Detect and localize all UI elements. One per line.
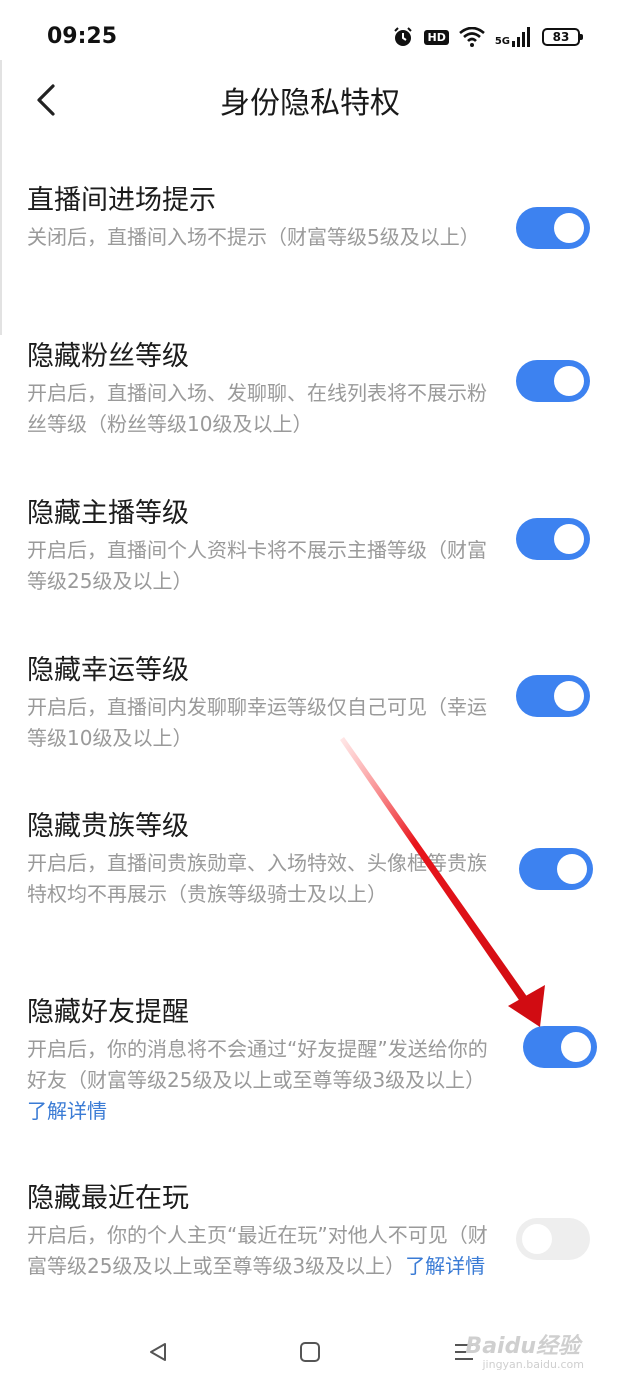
square-home-icon	[300, 1342, 320, 1362]
learn-more-link[interactable]: 了解详情	[27, 1099, 107, 1123]
setting-description: 开启后，直播间贵族勋章、入场特效、头像框等贵族特权均不再展示（贵族等级骑士及以上…	[27, 848, 489, 910]
toggle-knob	[557, 854, 587, 884]
toggle-knob	[554, 213, 584, 243]
toggle-hide-luck-level[interactable]	[516, 675, 590, 717]
setting-description-text: 开启后，直播间个人资料卡将不展示主播等级（财富等级25级及以上）	[27, 538, 487, 593]
toggle-hide-anchor-level[interactable]	[516, 518, 590, 560]
setting-description: 开启后，你的消息将不会通过“好友提醒”发送给你的好友（财富等级25级及以上或至尊…	[27, 1034, 489, 1127]
toggle-knob	[554, 681, 584, 711]
nav-home-button[interactable]	[292, 1334, 328, 1370]
setting-description-text: 开启后，你的消息将不会通过“好友提醒”发送给你的好友（财富等级25级及以上或至尊…	[27, 1037, 488, 1092]
setting-title: 直播间进场提示	[27, 185, 216, 216]
setting-title: 隐藏粉丝等级	[27, 341, 189, 372]
setting-title: 隐藏最近在玩	[27, 1183, 189, 1214]
setting-description-text: 开启后，直播间内发聊聊幸运等级仅自己可见（幸运等级10级及以上）	[27, 695, 487, 750]
setting-description-text: 开启后，直播间贵族勋章、入场特效、头像框等贵族特权均不再展示（贵族等级骑士及以上…	[27, 851, 487, 906]
setting-description: 开启后，直播间个人资料卡将不展示主播等级（财富等级25级及以上）	[27, 535, 489, 597]
nav-back-button[interactable]	[140, 1334, 176, 1370]
header: 身份隐私特权	[0, 70, 620, 130]
toggle-knob	[554, 524, 584, 554]
setting-title: 隐藏幸运等级	[27, 655, 189, 686]
setting-description: 开启后，直播间入场、发聊聊、在线列表将不展示粉丝等级（粉丝等级10级及以上）	[27, 378, 489, 440]
signal-group: 5G	[495, 27, 532, 47]
setting-description-text: 开启后，直播间入场、发聊聊、在线列表将不展示粉丝等级（粉丝等级10级及以上）	[27, 381, 487, 436]
toggle-hide-fan-level[interactable]	[516, 360, 590, 402]
toggle-knob	[522, 1224, 552, 1254]
setting-title: 隐藏好友提醒	[27, 997, 189, 1028]
toggle-entry-notice[interactable]	[516, 207, 590, 249]
page-title: 身份隐私特权	[220, 86, 400, 121]
setting-description: 关闭后，直播间入场不提示（财富等级5级及以上）	[27, 222, 489, 253]
watermark-brand: Baidu经验	[465, 1334, 580, 1359]
status-icons: HD 5G 83	[392, 26, 583, 48]
setting-description: 开启后，直播间内发聊聊幸运等级仅自己可见（幸运等级10级及以上）	[27, 692, 489, 754]
learn-more-link[interactable]: 了解详情	[405, 1254, 485, 1278]
hd-badge: HD	[424, 29, 449, 45]
signal-icon	[512, 27, 530, 47]
alarm-icon	[394, 27, 413, 46]
triangle-back-icon	[150, 1343, 166, 1361]
status-bar: 09:25 HD 5G 83	[0, 0, 620, 70]
toggle-hide-noble-level[interactable]	[519, 848, 593, 890]
wifi-icon	[458, 27, 485, 47]
toggle-hide-recently-played[interactable]	[516, 1218, 590, 1260]
toggle-knob	[554, 366, 584, 396]
toggle-hide-friend-reminder[interactable]	[523, 1026, 597, 1068]
network-type: 5G	[494, 36, 510, 47]
setting-title: 隐藏贵族等级	[27, 811, 189, 842]
status-time: 09:25	[47, 24, 118, 49]
battery-indicator: 83	[542, 28, 583, 46]
setting-title: 隐藏主播等级	[27, 498, 189, 529]
setting-description: 开启后，你的个人主页“最近在玩”对他人不可见（财富等级25级及以上或至尊等级3级…	[27, 1220, 489, 1282]
toggle-knob	[561, 1032, 591, 1062]
setting-description-text: 关闭后，直播间入场不提示（财富等级5级及以上）	[27, 225, 480, 249]
watermark-url: jingyan.baidu.com	[482, 1358, 584, 1371]
